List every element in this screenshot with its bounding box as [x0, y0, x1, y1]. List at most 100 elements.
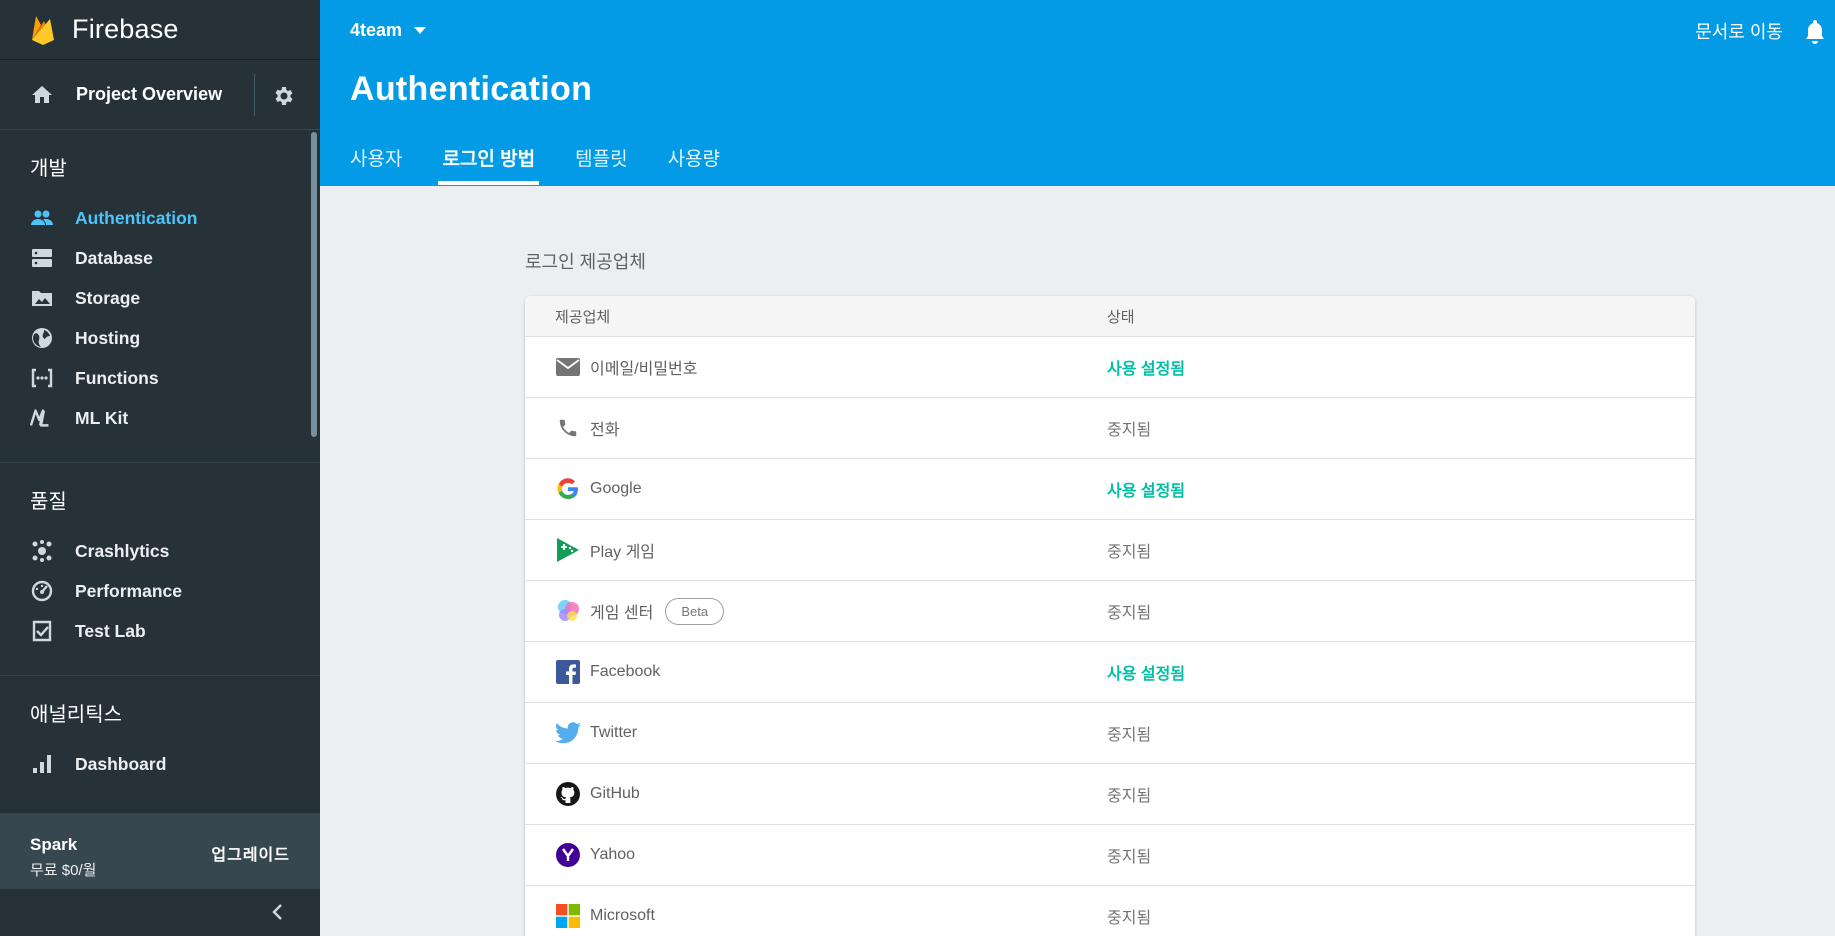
sidebar-item-label: Database [75, 247, 153, 268]
sidebar-item-storage[interactable]: Storage [0, 278, 320, 318]
globe-icon [30, 326, 54, 350]
sidebar-item-crashlytics[interactable]: Crashlytics [0, 531, 320, 571]
table-row[interactable]: 이메일/비밀번호 사용 설정됨 [525, 337, 1695, 398]
provider-name: 게임 센터 [590, 605, 654, 622]
provider-name: Yahoo [590, 846, 636, 863]
project-overview[interactable]: Project Overview [0, 60, 320, 130]
table-header: 제공업체 상태 [525, 296, 1695, 337]
status-badge: 사용 설정됨 [1107, 361, 1186, 378]
section-title-develop: 개발 [30, 158, 67, 180]
header: 4team 문서로 이동 Authentication 사용자 로그인 방법 템… [320, 0, 1835, 186]
sidebar-item-label: Test Lab [75, 620, 146, 641]
docs-link[interactable]: 문서로 이동 [1695, 18, 1783, 44]
google-icon [555, 476, 581, 502]
project-overview-label: Project Overview [76, 84, 223, 104]
section-title-analytics: 애널리틱스 [30, 704, 122, 726]
sidebar-item-ml-kit[interactable]: ML Kit [0, 398, 320, 438]
sidebar-item-performance[interactable]: Performance [0, 571, 320, 611]
yahoo-icon [555, 842, 581, 868]
crashlytics-icon [30, 539, 54, 563]
table-row[interactable]: Play 게임 중지됨 [525, 520, 1695, 581]
section-heading: 로그인 제공업체 [525, 252, 646, 272]
tab-usage[interactable]: 사용량 [668, 144, 720, 183]
provider-name: 전화 [590, 422, 620, 439]
database-icon [30, 246, 54, 270]
caret-down-icon [414, 26, 427, 34]
provider-name: Facebook [590, 663, 661, 680]
sidebar-item-hosting[interactable]: Hosting [0, 318, 320, 358]
table-row[interactable]: Google 사용 설정됨 [525, 459, 1695, 520]
provider-name: 이메일/비밀번호 [590, 361, 698, 378]
twitter-icon [555, 720, 581, 746]
sidebar-scrollbar[interactable] [311, 132, 317, 437]
image-icon [30, 286, 54, 310]
status-badge: 중지됨 [1107, 910, 1152, 927]
sidebar-item-label: Performance [75, 580, 182, 601]
collapse-bar [0, 889, 320, 936]
provider-name: Play 게임 [590, 544, 656, 561]
play-games-icon [555, 537, 581, 563]
mail-icon [555, 354, 581, 380]
project-name: 4team [350, 20, 403, 40]
column-header-provider: 제공업체 [555, 308, 611, 326]
table-row[interactable]: 게임 센터 Beta 중지됨 [525, 581, 1695, 642]
sidebar-item-label: Functions [75, 367, 159, 388]
project-selector[interactable]: 4team [350, 20, 427, 41]
sidebar-item-functions[interactable]: Functions [0, 358, 320, 398]
sidebar-item-label: Hosting [75, 327, 141, 348]
game-center-icon [555, 598, 581, 624]
tab-sign-in-method[interactable]: 로그인 방법 [438, 144, 539, 185]
sidebar-item-label: Crashlytics [75, 540, 170, 561]
sidebar-item-dashboard[interactable]: Dashboard [0, 744, 320, 784]
status-badge: 중지됨 [1107, 544, 1152, 561]
beta-badge: Beta [665, 597, 725, 625]
table-row[interactable]: Twitter 중지됨 [525, 703, 1695, 764]
phone-icon [555, 415, 581, 441]
bell-icon[interactable] [1803, 18, 1827, 44]
table-row[interactable]: Facebook 사용 설정됨 [525, 642, 1695, 703]
table-row[interactable]: 전화 중지됨 [525, 398, 1695, 459]
status-badge: 사용 설정됨 [1107, 483, 1186, 500]
sidebar-item-database[interactable]: Database [0, 238, 320, 278]
providers-table: 제공업체 상태 이메일/비밀번호 사용 설정됨 전화 중지됨 Google 사용… [525, 296, 1695, 936]
tab-bar: 사용자 로그인 방법 템플릿 사용량 [350, 144, 760, 185]
gear-icon[interactable] [271, 84, 295, 108]
sidebar: Firebase Project Overview 개발 Authenticat… [0, 0, 320, 936]
ml-kit-icon [30, 406, 54, 430]
chevron-left-icon[interactable] [268, 901, 288, 923]
provider-name: GitHub [590, 785, 640, 802]
status-badge: 중지됨 [1107, 422, 1152, 439]
checklist-icon [30, 619, 54, 643]
brand-name: Firebase [72, 14, 179, 44]
provider-name: Google [590, 480, 642, 497]
status-badge: 사용 설정됨 [1107, 666, 1186, 683]
divider [254, 74, 255, 116]
column-header-status: 상태 [1107, 308, 1135, 326]
sidebar-item-label: Authentication [75, 207, 198, 228]
table-row[interactable]: GitHub 중지됨 [525, 764, 1695, 825]
table-row[interactable]: Microsoft 중지됨 [525, 886, 1695, 936]
provider-name: Microsoft [590, 907, 655, 924]
provider-name-with-badge: 게임 센터 Beta [590, 597, 725, 625]
status-badge: 중지됨 [1107, 605, 1152, 622]
tab-users[interactable]: 사용자 [350, 144, 402, 183]
functions-icon [30, 366, 54, 390]
upgrade-button[interactable]: 업그레이드 [211, 841, 290, 865]
status-badge: 중지됨 [1107, 727, 1152, 744]
brand[interactable]: Firebase [0, 0, 320, 60]
plan-footer: Spark 무료 $0/월 업그레이드 [0, 813, 320, 889]
sidebar-item-label: Dashboard [75, 753, 167, 774]
sidebar-item-label: ML Kit [75, 407, 129, 428]
status-badge: 중지됨 [1107, 788, 1152, 805]
microsoft-icon [555, 903, 581, 929]
firebase-logo-icon [32, 15, 54, 45]
tab-templates[interactable]: 템플릿 [575, 144, 627, 183]
provider-name: Twitter [590, 724, 638, 741]
sidebar-item-authentication[interactable]: Authentication [0, 198, 320, 238]
status-badge: 중지됨 [1107, 849, 1152, 866]
bar-chart-icon [30, 752, 54, 776]
people-icon [30, 206, 54, 230]
sidebar-item-test-lab[interactable]: Test Lab [0, 611, 320, 651]
table-row[interactable]: Yahoo 중지됨 [525, 825, 1695, 886]
page-title: Authentication [350, 70, 593, 108]
